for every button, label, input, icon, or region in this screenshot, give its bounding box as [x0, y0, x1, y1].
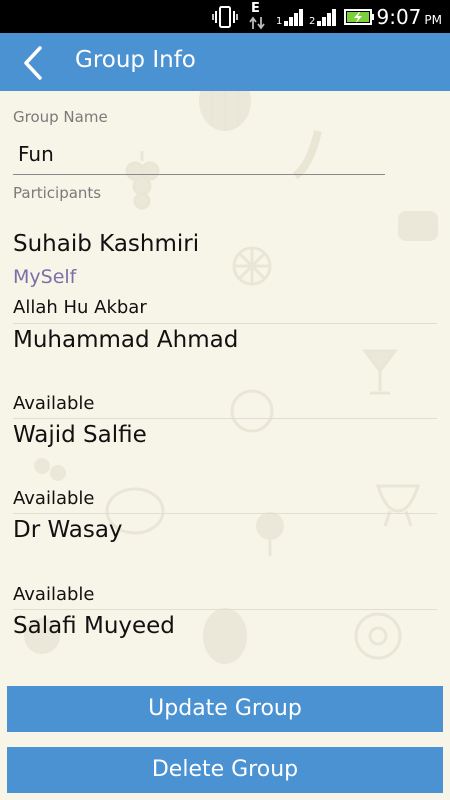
- bbq-grill-icon: [375, 484, 421, 527]
- clock-time: 9:07: [376, 5, 422, 29]
- chevron-left-icon[interactable]: [18, 45, 52, 81]
- svg-text:2: 2: [309, 16, 315, 27]
- participant-status: Allah Hu Akbar: [13, 297, 147, 318]
- tree-icon: [256, 512, 284, 556]
- watermelon-icon: [199, 91, 251, 131]
- participant-status: Available: [13, 393, 95, 414]
- group-name-label: Group Name: [13, 108, 108, 126]
- svg-text:1: 1: [276, 16, 282, 27]
- battery-charging-icon: [344, 9, 374, 25]
- participant-name: Dr Wasay: [13, 517, 123, 543]
- delete-group-button[interactable]: Delete Group: [7, 747, 443, 793]
- steak-icon: [398, 211, 438, 241]
- cherries-icon: [34, 458, 66, 481]
- participant-name: Wajid Salfie: [13, 422, 147, 448]
- plate-icon: [230, 389, 274, 433]
- network-type-label: E: [251, 1, 260, 16]
- divider: [13, 323, 437, 324]
- donut-icon: [354, 612, 402, 660]
- participant-name: Salafi Muyeed: [13, 613, 175, 639]
- page-title: Group Info: [75, 47, 196, 73]
- melon-icon: [203, 608, 247, 664]
- clock: 9:07 PM: [376, 5, 442, 29]
- divider: [13, 609, 437, 610]
- participant-status: Available: [13, 488, 95, 509]
- divider: [13, 418, 437, 419]
- signal-1-icon: 1: [276, 9, 303, 27]
- participant-name: Suhaib Kashmiri: [13, 231, 200, 257]
- data-transfer-icon: [249, 16, 265, 30]
- cocktail-icon: [362, 349, 398, 395]
- status-bar: E 1 2 9:07 PM: [0, 0, 450, 33]
- participant-self-tag: MySelf: [13, 266, 77, 288]
- action-bar: Group Info: [0, 33, 450, 91]
- update-group-button[interactable]: Update Group: [7, 686, 443, 732]
- participant-status: Available: [13, 584, 95, 605]
- participants-label: Participants: [13, 184, 102, 202]
- clock-ampm: PM: [424, 13, 442, 27]
- divider: [13, 513, 437, 514]
- lime-slice-icon: [232, 246, 272, 286]
- signal-2-icon: 2: [309, 9, 336, 27]
- participant-name: Muhammad Ahmad: [13, 327, 239, 353]
- vibrate-icon: [212, 6, 238, 28]
- network-type-icon: E: [249, 1, 265, 31]
- group-name-input[interactable]: [13, 133, 385, 175]
